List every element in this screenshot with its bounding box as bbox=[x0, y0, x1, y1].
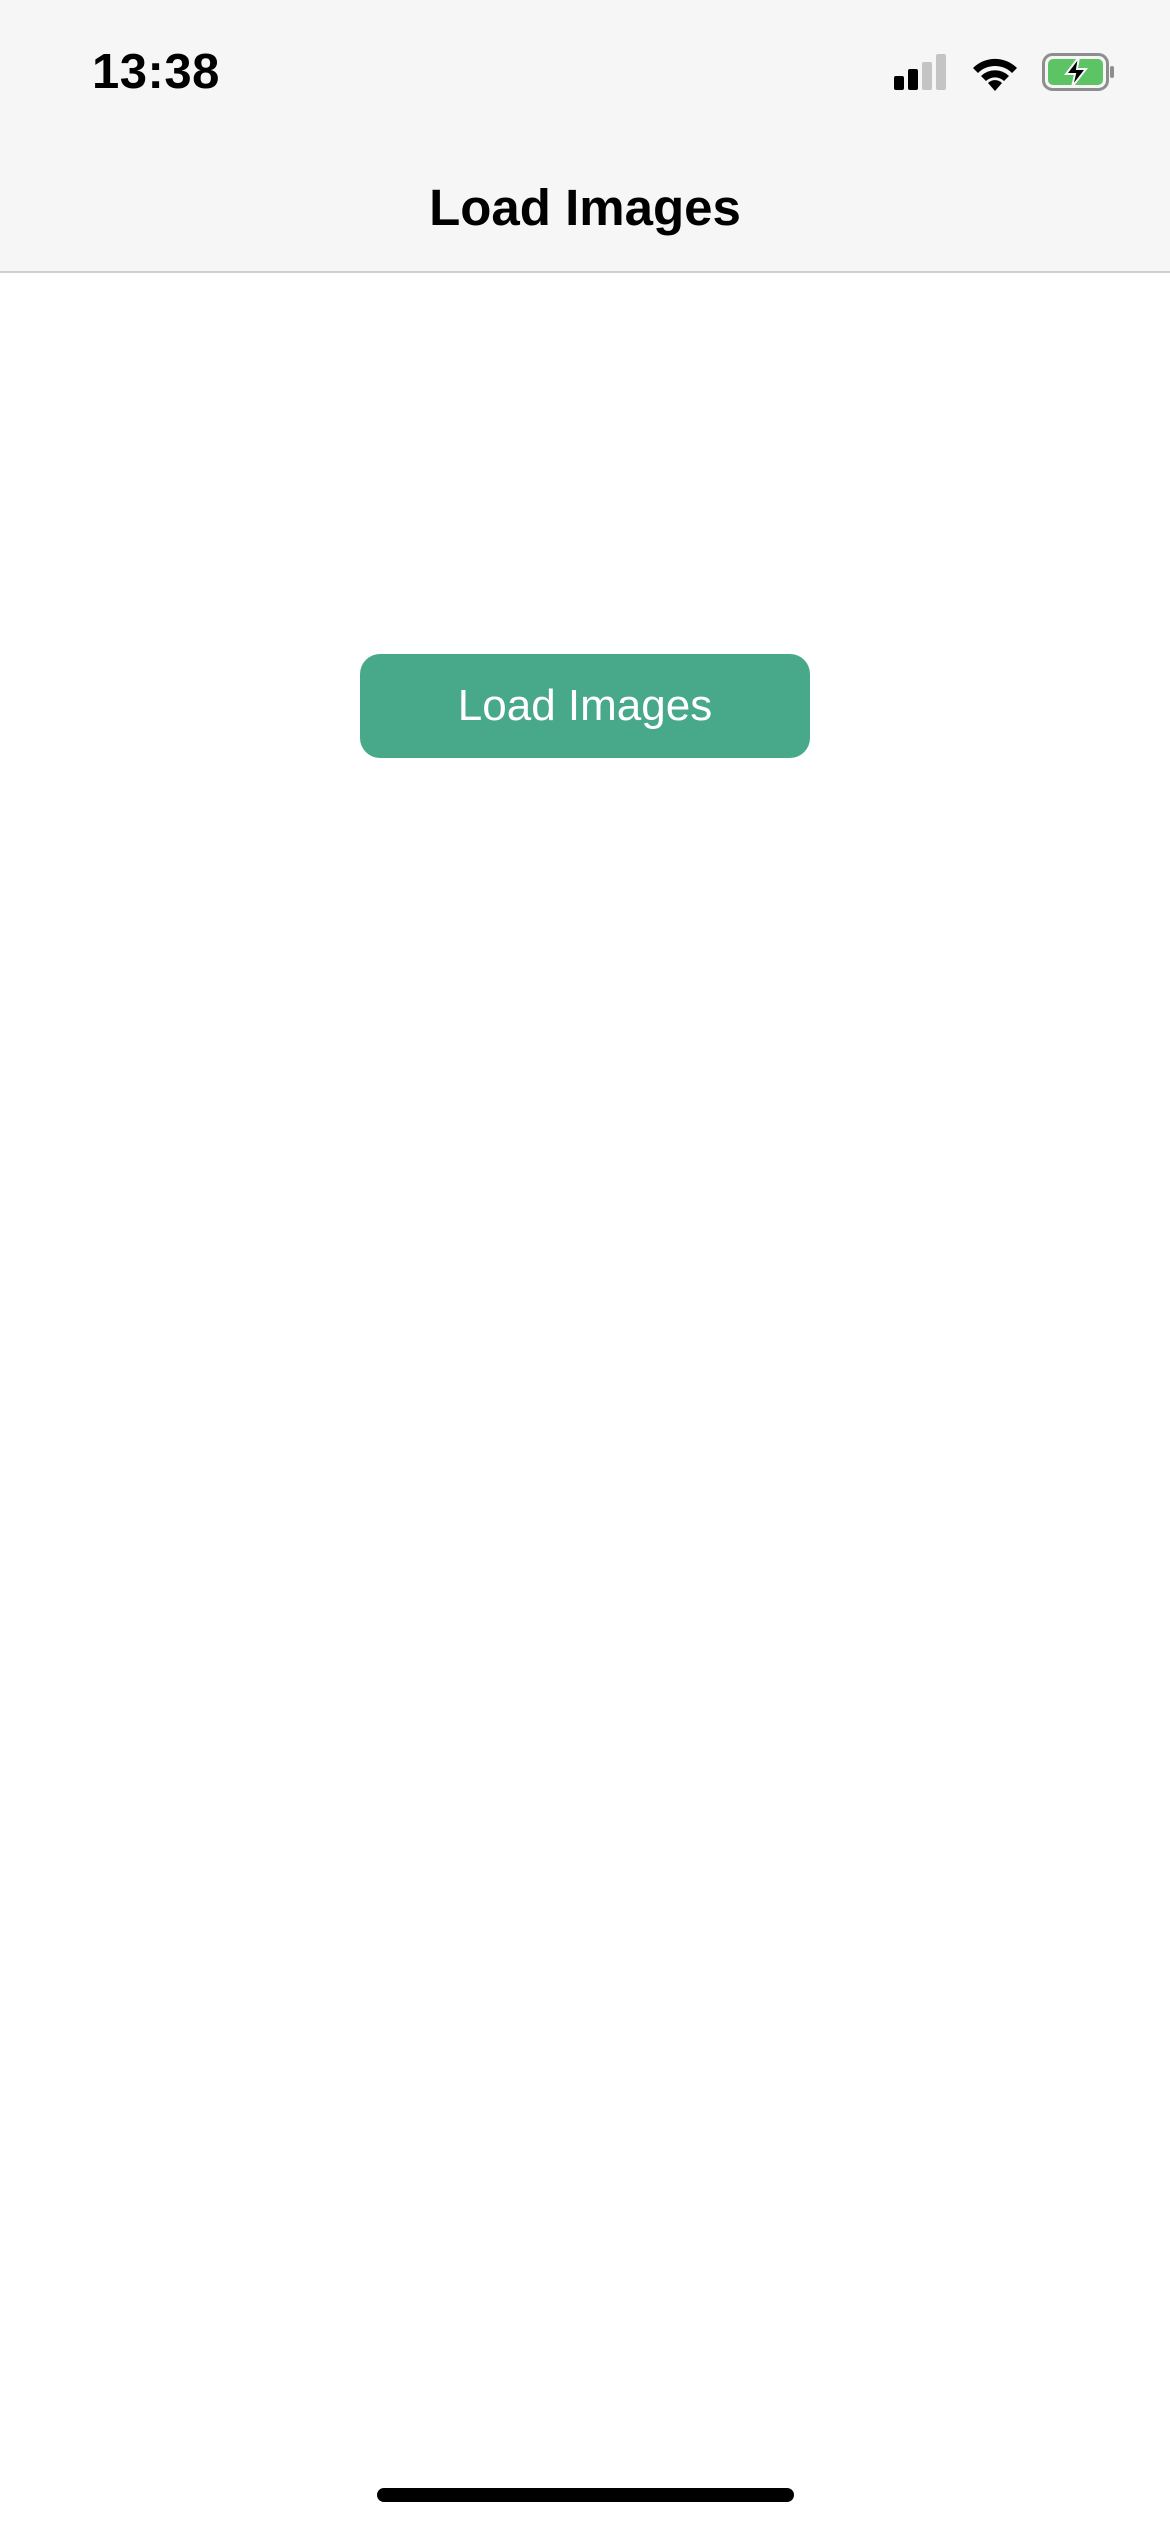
top-bar: 13:38 Load Images bbox=[0, 0, 1170, 273]
cellular-signal-icon bbox=[894, 53, 948, 95]
load-images-button[interactable]: Load Images bbox=[360, 654, 810, 758]
wifi-icon bbox=[970, 53, 1020, 96]
battery-charging-icon bbox=[1042, 52, 1116, 96]
home-indicator[interactable] bbox=[377, 2488, 794, 2502]
status-icons bbox=[894, 52, 1116, 96]
app-screen: 13:38 Load Images Load Images bbox=[0, 0, 1170, 2532]
page-title: Load Images bbox=[429, 179, 741, 236]
status-time: 13:38 bbox=[92, 45, 220, 99]
